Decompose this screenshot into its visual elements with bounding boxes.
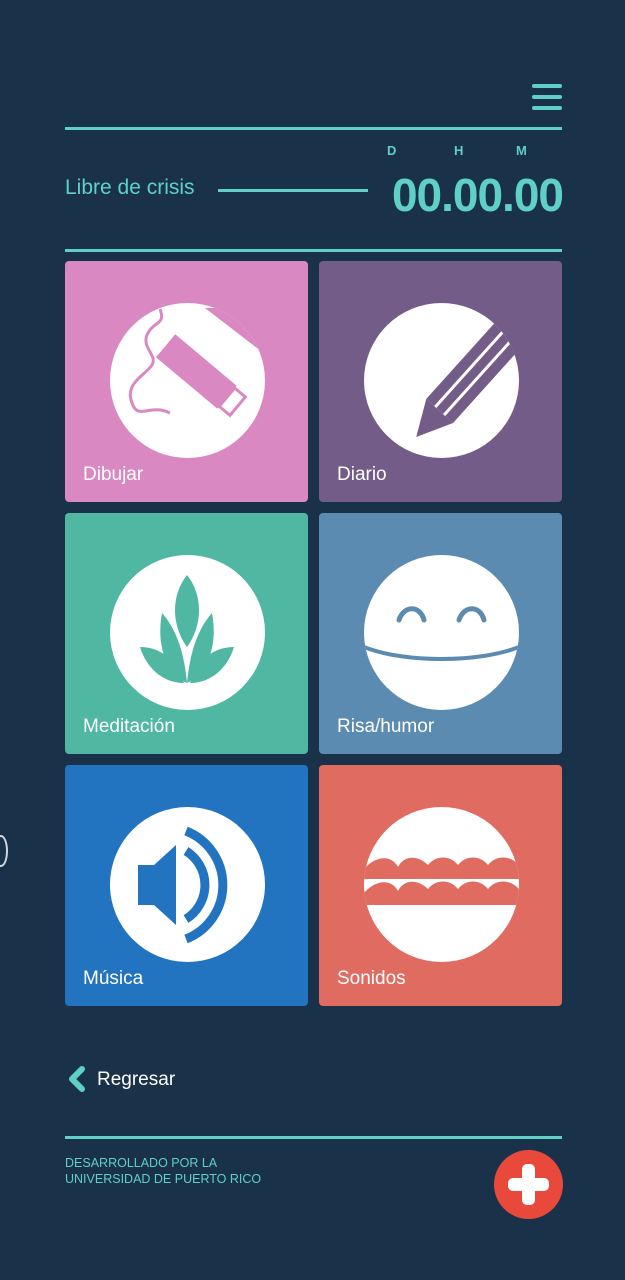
hours-unit-label: H [454,143,464,158]
tile-label: Música [83,968,144,989]
tile-label: Dibujar [83,464,144,485]
hamburger-menu-icon[interactable] [532,84,562,112]
footer-divider [65,1136,562,1139]
tile-label: Diario [337,464,387,485]
pen-tablet-icon [110,303,265,458]
add-button[interactable] [494,1150,563,1219]
lotus-icon [110,555,265,710]
speaker-icon [110,807,265,962]
timer-divider [65,249,562,252]
days-unit-label: D [387,143,397,158]
back-label: Regresar [97,1069,176,1090]
tile-label: Risa/humor [337,716,435,737]
tile-meditacion[interactable]: Meditación [65,513,308,754]
developer-credit-line1: DESARROLLADO POR LA [65,1156,218,1170]
tile-label: Meditación [83,716,175,737]
tile-risa-humor[interactable]: Risa/humor [319,513,562,754]
plus-icon [508,1164,549,1205]
pencil-icon [364,303,519,458]
edge-indicator [0,835,8,867]
tile-musica[interactable]: Música [65,765,308,1006]
developer-credit: DESARROLLADO POR LA UNIVERSIDAD DE PUERT… [65,1155,261,1187]
crisis-free-label: Libre de crisis [65,176,195,199]
crisis-free-line [218,189,368,192]
tile-dibujar[interactable]: Dibujar [65,261,308,502]
tile-diario[interactable]: Diario [319,261,562,502]
chevron-left-icon [69,1066,85,1092]
tile-sonidos[interactable]: Sonidos [319,765,562,1006]
waves-icon [364,807,519,962]
header-divider [65,127,562,130]
tile-label: Sonidos [337,968,406,989]
smiley-face-icon [364,555,519,710]
minutes-unit-label: M [516,143,527,158]
crisis-free-timer: 00.00.00 [391,169,564,221]
developer-credit-line2: UNIVERSIDAD DE PUERTO RICO [65,1172,262,1186]
